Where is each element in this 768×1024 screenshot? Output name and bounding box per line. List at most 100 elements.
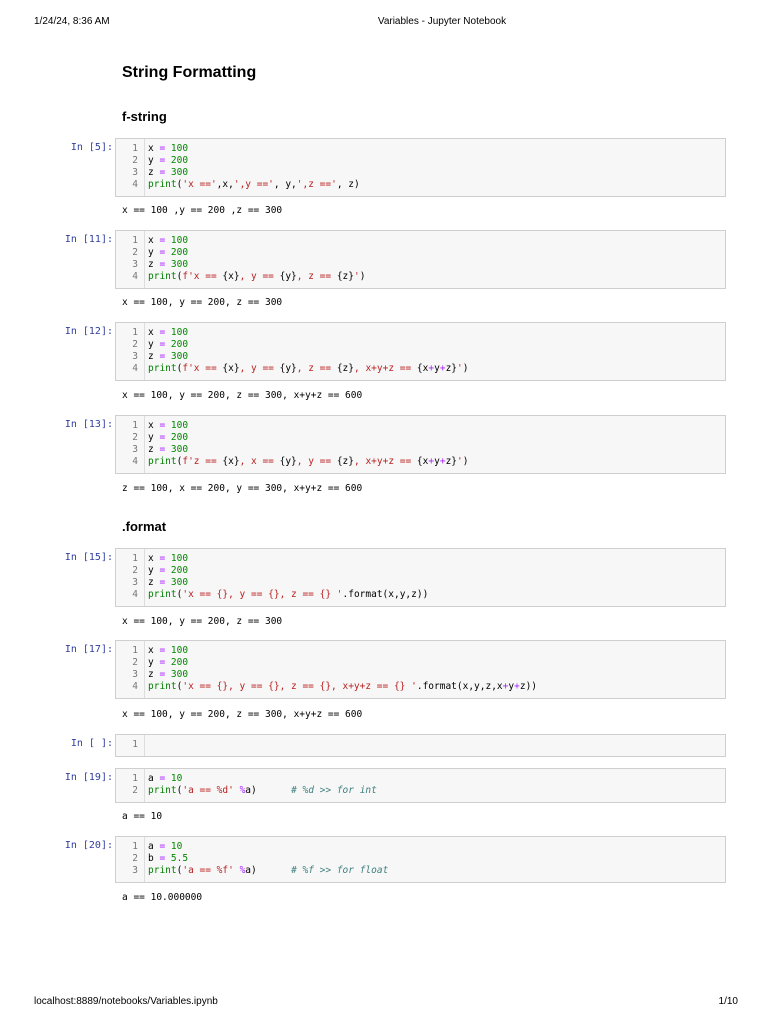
code-token: y (148, 432, 160, 443)
code-line: 2y = 200 (116, 565, 725, 577)
code-line: 3z = 300 (116, 669, 725, 681)
code-line: 1x = 100 (116, 143, 725, 155)
code-token: y (148, 339, 160, 350)
code-token: x (148, 553, 160, 564)
code-line: 3z = 300 (116, 351, 725, 363)
line-number: 3 (132, 444, 138, 455)
line-number: 1 (132, 235, 138, 246)
code-token: x (148, 420, 160, 431)
code-token: , x+y+z == (354, 363, 417, 374)
code-token: {y} (279, 363, 297, 374)
code-token: print (148, 865, 177, 876)
line-number: 4 (132, 589, 138, 600)
code-token: z (148, 444, 160, 455)
code-token: , x == (239, 456, 280, 467)
line-number: 2 (132, 247, 138, 258)
code-line: 4 print('x ==',x,',y ==', y,',z ==', z) (116, 179, 725, 191)
line-number: 2 (132, 339, 138, 350)
cell-prompt: In [11]: (64, 234, 113, 245)
code-line: 3z = 300 (116, 444, 725, 456)
code-token: a (148, 841, 160, 852)
line-number: 4 (132, 363, 138, 374)
code-token: {x (416, 456, 429, 467)
line-number: 1 (132, 327, 138, 338)
code-line: 2 print('a == %d' %a) # %d >> for int (116, 785, 725, 797)
code-token: 10 (165, 773, 183, 784)
print-page-number: 1/10 (718, 996, 738, 1007)
code-token: , y == (296, 456, 337, 467)
code-line: 1x = 100 (116, 645, 725, 657)
code-token: a) (245, 865, 292, 876)
code-token: ',y ==' (233, 179, 274, 190)
code-token: {y} (279, 271, 297, 282)
code-token: {x (416, 363, 429, 374)
code-token: ) (462, 456, 469, 467)
line-number: 1 (132, 773, 138, 784)
code-line: 3z = 300 (116, 577, 725, 589)
line-number: 3 (132, 351, 138, 362)
code-token: , z) (336, 179, 360, 190)
code-line: 4 print(f'z == {x}, x == {y}, y == {z}, x… (116, 456, 725, 468)
code-token: 300 (165, 351, 189, 362)
code-token: 100 (165, 327, 189, 338)
code-editor[interactable]: 1a = 10 2 print('a == %d' %a) # %d >> for … (115, 768, 726, 803)
cell-prompt: In [17]: (64, 644, 113, 655)
code-token: 10 (165, 841, 183, 852)
cell-output: z == 100, x == 200, y == 300, x+y+z == 6… (122, 483, 363, 494)
cell-output: x == 100, y == 200, z == 300 (122, 616, 283, 627)
code-token: 'a == %d' (182, 785, 234, 796)
code-line: 2y = 200 (116, 155, 725, 167)
code-line: 1x = 100 (116, 327, 725, 339)
code-token: {z} (336, 271, 354, 282)
code-editor[interactable]: 1a = 10 2 b = 5.5 3 print('a == %f' %a) # %f… (115, 836, 726, 883)
code-line: 2y = 200 (116, 657, 725, 669)
code-editor[interactable]: 1x = 100 2 y = 200 3 z = 300 4 print(f'z == {x… (115, 415, 726, 474)
code-line: 1x = 100 (116, 553, 725, 565)
code-token: f'x == (182, 363, 223, 374)
code-token: {z} (336, 456, 354, 467)
code-token: {z} (336, 363, 354, 374)
code-token: 'a == %f' (182, 865, 234, 876)
line-number: 4 (132, 456, 138, 467)
code-editor[interactable]: 1x = 100 2 y = 200 3 z = 300 4 print(f'x == {x… (115, 322, 726, 381)
code-line: 4 print('x == {}, y == {}, z == {}, x+y+z… (116, 681, 725, 693)
line-number: 2 (132, 785, 138, 796)
code-token: 100 (165, 235, 189, 246)
code-token: {x} (222, 363, 240, 374)
line-number: 4 (132, 179, 138, 190)
line-number: 3 (132, 865, 138, 876)
code-token: z (148, 167, 160, 178)
code-token: 'x == {}, y == {}, z == {}, x+y+z == {} … (182, 681, 417, 692)
code-token: print (148, 179, 177, 190)
line-number: 1 (132, 420, 138, 431)
code-token: y (148, 155, 160, 166)
code-token: 300 (165, 577, 189, 588)
code-line: 2b = 5.5 (116, 853, 725, 865)
cell-prompt: In [15]: (64, 552, 113, 563)
line-number: 4 (132, 681, 138, 692)
code-editor[interactable]: 1 (115, 734, 726, 757)
code-line: 1 (116, 739, 725, 751)
code-token: # %f >> for float (291, 865, 389, 876)
line-number: 1 (132, 143, 138, 154)
code-token: 100 (165, 553, 189, 564)
code-editor[interactable]: 1x = 100 2 y = 200 3 z = 300 4 print('x ==',x,… (115, 138, 726, 197)
code-token: {x} (222, 271, 240, 282)
code-token: , z == (296, 363, 337, 374)
code-line: 3 print('a == %f' %a) # %f >> for float (116, 865, 725, 877)
code-editor[interactable]: 1x = 100 2 y = 200 3 z = 300 4 print(f'x == {x… (115, 230, 726, 289)
code-token: z} (445, 363, 458, 374)
cell-prompt: In [5]: (70, 142, 113, 153)
code-token: 200 (165, 339, 189, 350)
cell-output: a == 10 (122, 811, 163, 822)
code-editor[interactable]: 1x = 100 2 y = 200 3 z = 300 4 print('x == {},… (115, 548, 726, 607)
code-editor[interactable]: 1x = 100 2 y = 200 3 z = 300 4 print('x == {},… (115, 640, 726, 699)
code-token: , x+y+z == (354, 456, 417, 467)
cell-output: a == 10.000000 (122, 892, 203, 903)
code-token: z (148, 259, 160, 270)
code-token: 200 (165, 247, 189, 258)
print-title: Variables - Jupyter Notebook (377, 16, 507, 27)
code-token: 100 (165, 645, 189, 656)
code-token: f'x == (182, 271, 223, 282)
line-number: 2 (132, 657, 138, 668)
